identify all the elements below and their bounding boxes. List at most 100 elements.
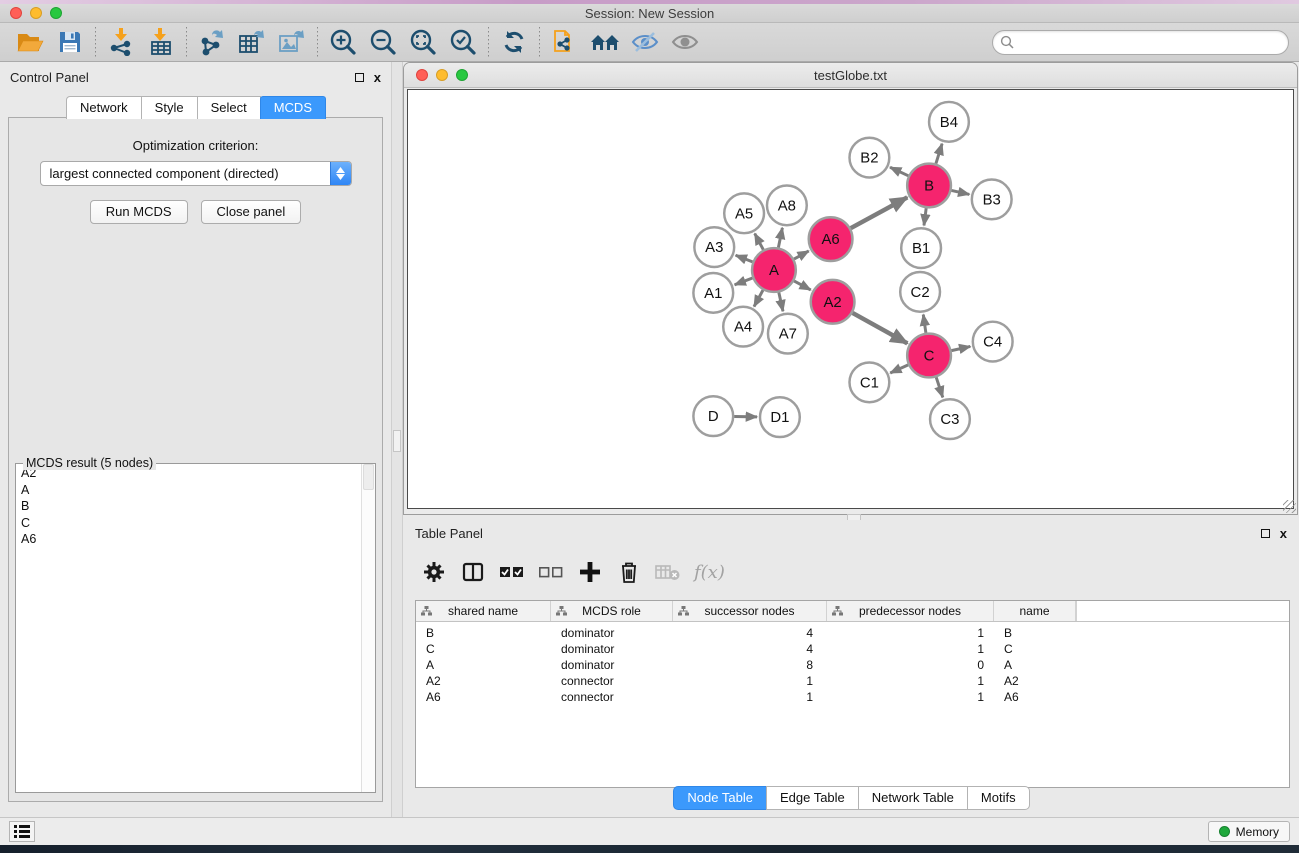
cell-successor-nodes[interactable]: 8 — [673, 658, 827, 674]
close-panel-button[interactable]: Close panel — [201, 200, 302, 224]
cell-shared-name[interactable]: C — [416, 642, 551, 658]
network-graph-svg[interactable]: B4B2BB3A5A8A6B1A3AC2A1A2A4A7C4CC1C3DD1 — [408, 90, 1293, 508]
column-header-mcds-role[interactable]: MCDS role — [551, 601, 673, 621]
tab-edge-table[interactable]: Edge Table — [766, 786, 859, 810]
graph-node-C1[interactable]: C1 — [850, 362, 890, 402]
cell-successor-nodes[interactable]: 1 — [673, 690, 827, 706]
graph-node-A3[interactable]: A3 — [694, 227, 734, 267]
graph-edge-A6-B[interactable] — [851, 197, 908, 228]
graph-node-B4[interactable]: B4 — [929, 102, 969, 142]
graph-edge-C-C3[interactable] — [936, 377, 943, 397]
graph-node-A5[interactable]: A5 — [724, 193, 764, 233]
duplicate-network-icon[interactable] — [545, 26, 585, 58]
mcds-result-item[interactable]: B — [17, 498, 361, 515]
graph-edge-B-B4[interactable] — [936, 144, 942, 164]
import-network-icon[interactable] — [101, 26, 141, 58]
graph-node-A7[interactable]: A7 — [768, 314, 808, 354]
graph-edge-A-A5[interactable] — [755, 234, 764, 250]
graph-edge-A-A4[interactable] — [754, 290, 763, 307]
task-history-button[interactable] — [9, 821, 35, 842]
cell-predecessor-nodes[interactable]: 0 — [827, 658, 994, 674]
cell-name[interactable]: C — [994, 642, 1076, 658]
graph-node-B3[interactable]: B3 — [972, 179, 1012, 219]
column-header-predecessor-nodes[interactable]: predecessor nodes — [827, 601, 994, 621]
graph-node-C[interactable]: C — [907, 334, 951, 378]
tab-motifs[interactable]: Motifs — [967, 786, 1030, 810]
graph-node-A2[interactable]: A2 — [811, 280, 855, 324]
save-session-icon[interactable] — [50, 26, 90, 58]
home-icon[interactable] — [585, 26, 625, 58]
close-panel-icon[interactable]: x — [374, 73, 381, 82]
cell-mcds-role[interactable]: dominator — [551, 642, 673, 658]
show-graphics-details-icon[interactable] — [665, 26, 705, 58]
cell-shared-name[interactable]: A — [416, 658, 551, 674]
graph-edge-C-C1[interactable] — [890, 365, 908, 373]
hide-graphics-details-icon[interactable] — [625, 26, 665, 58]
network-window-titlebar[interactable]: testGlobe.txt — [404, 63, 1297, 88]
graph-edge-B-B1[interactable] — [924, 208, 926, 225]
graph-edge-C-C4[interactable] — [951, 346, 970, 350]
cell-mcds-role[interactable]: connector — [551, 674, 673, 690]
graph-node-A4[interactable]: A4 — [723, 307, 763, 347]
import-table-icon[interactable] — [141, 26, 181, 58]
zoom-in-icon[interactable] — [323, 26, 363, 58]
mcds-result-item[interactable]: A6 — [17, 531, 361, 548]
split-collapse-handle[interactable] — [393, 430, 401, 452]
float-panel-icon[interactable] — [355, 73, 364, 82]
tab-network-table[interactable]: Network Table — [858, 786, 968, 810]
deselect-all-icon[interactable] — [536, 557, 566, 587]
graph-edge-B-B3[interactable] — [951, 190, 969, 194]
window-resize-grip-icon[interactable] — [1283, 500, 1296, 513]
mcds-result-item[interactable]: A — [17, 482, 361, 499]
table-row[interactable]: A2 connector 1 1 A2 — [416, 674, 1289, 690]
network-canvas[interactable]: B4B2BB3A5A8A6B1A3AC2A1A2A4A7C4CC1C3DD1 — [407, 89, 1294, 509]
graph-edge-A2-C[interactable] — [853, 313, 908, 343]
open-session-icon[interactable] — [10, 26, 50, 58]
float-table-panel-icon[interactable] — [1261, 529, 1270, 538]
tab-network[interactable]: Network — [66, 96, 142, 119]
graph-node-C3[interactable]: C3 — [930, 399, 970, 439]
tab-select[interactable]: Select — [197, 96, 261, 119]
graph-node-C2[interactable]: C2 — [900, 272, 940, 312]
graph-edge-A-A2[interactable] — [794, 281, 811, 290]
graph-edge-A-A8[interactable] — [778, 228, 782, 248]
cell-name[interactable]: A6 — [994, 690, 1076, 706]
tab-node-table[interactable]: Node Table — [673, 786, 767, 810]
column-header-shared-name[interactable]: shared name — [416, 601, 551, 621]
search-field[interactable] — [992, 30, 1289, 55]
cell-mcds-role[interactable]: dominator — [551, 658, 673, 674]
memory-button[interactable]: Memory — [1208, 821, 1290, 842]
graph-edge-A-A3[interactable] — [736, 255, 753, 262]
result-scrollbar[interactable] — [361, 464, 375, 792]
graph-node-B2[interactable]: B2 — [850, 138, 890, 178]
graph-node-B[interactable]: B — [907, 164, 951, 208]
search-input[interactable] — [1014, 32, 1288, 52]
graph-edge-A-A7[interactable] — [779, 292, 783, 311]
cell-predecessor-nodes[interactable]: 1 — [827, 626, 994, 642]
select-all-icon[interactable] — [497, 557, 527, 587]
cell-name[interactable]: A — [994, 658, 1076, 674]
cell-mcds-role[interactable]: dominator — [551, 626, 673, 642]
cell-name[interactable]: A2 — [994, 674, 1076, 690]
cell-shared-name[interactable]: B — [416, 626, 551, 642]
cell-shared-name[interactable]: A2 — [416, 674, 551, 690]
graph-node-A8[interactable]: A8 — [767, 185, 807, 225]
cell-shared-name[interactable]: A6 — [416, 690, 551, 706]
refresh-icon[interactable] — [494, 26, 534, 58]
graph-node-A1[interactable]: A1 — [693, 273, 733, 313]
graph-edge-A-A1[interactable] — [735, 278, 753, 285]
table-row[interactable]: A6 connector 1 1 A6 — [416, 690, 1289, 706]
graph-node-C4[interactable]: C4 — [973, 322, 1013, 362]
graph-edge-C-C2[interactable] — [923, 315, 926, 333]
close-table-panel-icon[interactable]: x — [1280, 529, 1287, 538]
optimization-criterion-dropdown[interactable]: largest connected component (directed) — [40, 161, 352, 186]
table-row[interactable]: A dominator 8 0 A — [416, 658, 1289, 674]
zoom-fit-icon[interactable] — [403, 26, 443, 58]
cell-successor-nodes[interactable]: 4 — [673, 642, 827, 658]
export-table-icon[interactable] — [232, 26, 272, 58]
cell-mcds-role[interactable]: connector — [551, 690, 673, 706]
cell-predecessor-nodes[interactable]: 1 — [827, 674, 994, 690]
add-column-icon[interactable] — [575, 557, 605, 587]
cell-successor-nodes[interactable]: 1 — [673, 674, 827, 690]
table-settings-gear-icon[interactable] — [419, 557, 449, 587]
